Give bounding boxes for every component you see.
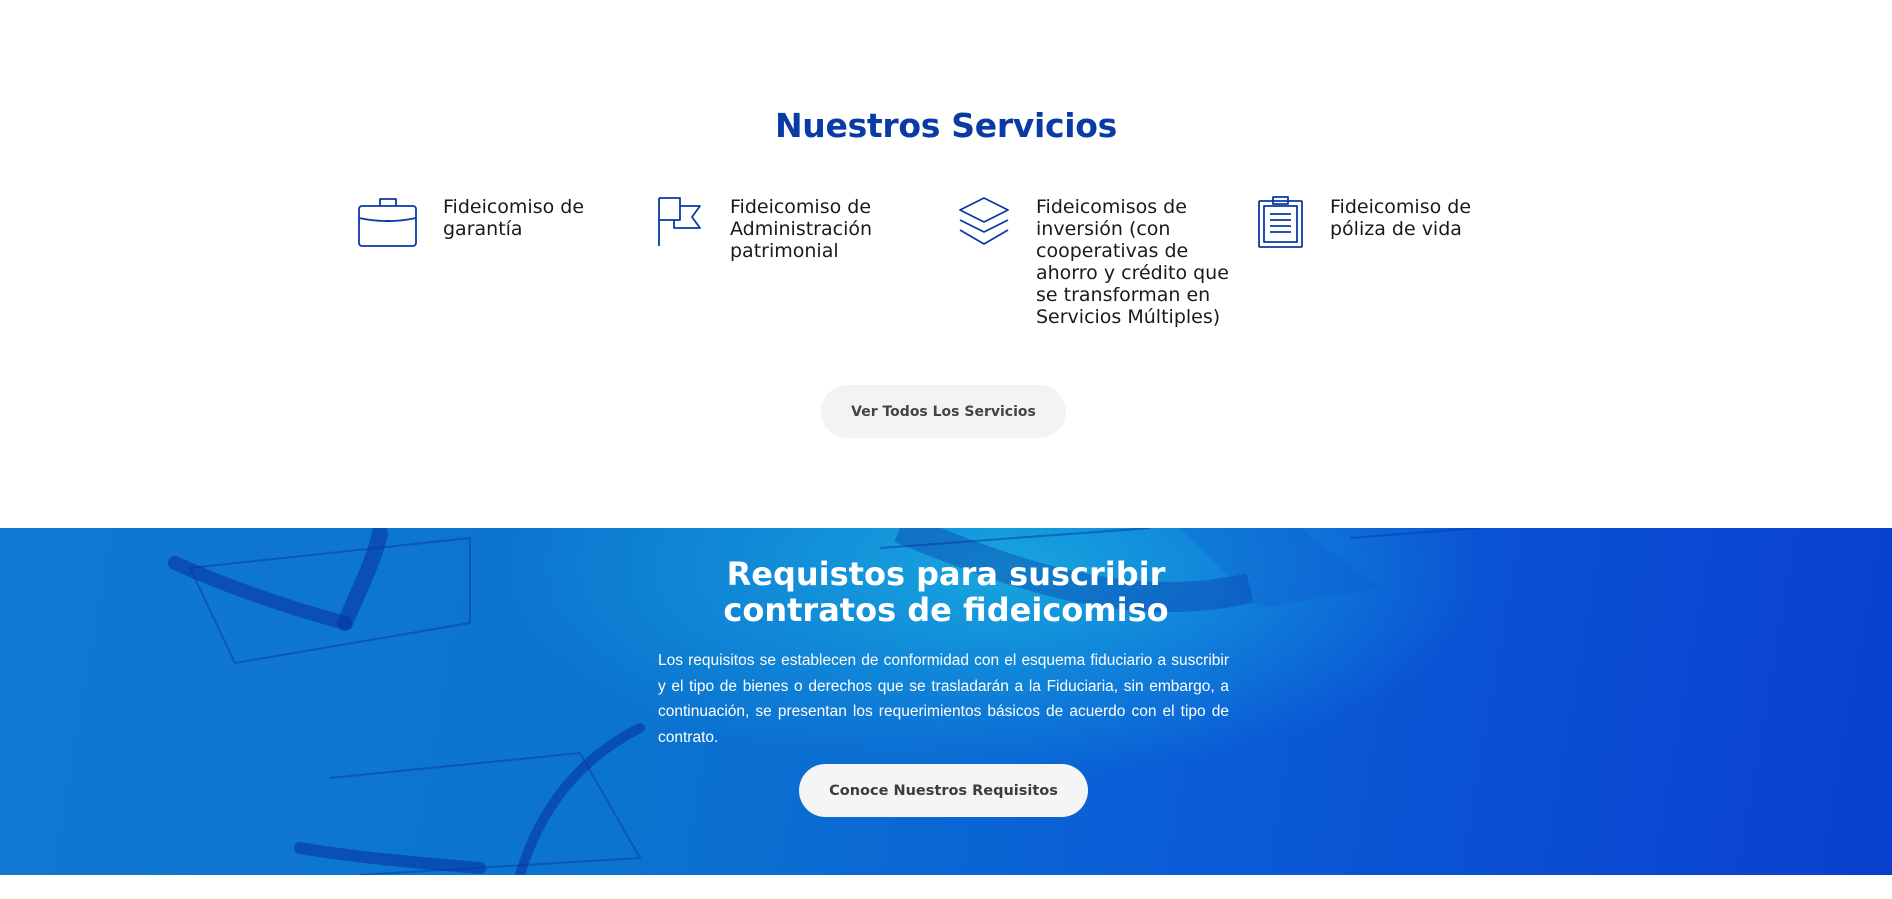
requirements-description: Los requisitos se establecen de conformi… xyxy=(658,652,1229,746)
clipboard-icon xyxy=(1258,196,1304,252)
layers-icon xyxy=(958,196,1010,252)
service-label: Fideicomiso de póliza de vida xyxy=(1330,196,1472,240)
view-requirements-button[interactable]: Conoce Nuestros Requisitos xyxy=(799,764,1088,817)
flag-icon xyxy=(658,196,702,252)
service-label: Fideicomisos de inversión (con cooperati… xyxy=(1036,196,1229,328)
view-all-services-button[interactable]: Ver Todos Los Servicios xyxy=(821,385,1066,438)
services-section: Nuestros Servicios Fideicomiso de garant… xyxy=(0,0,1892,528)
briefcase-icon xyxy=(358,196,418,252)
service-label: Fideicomiso de Administración patrimonia… xyxy=(730,196,873,262)
service-label: Fideicomiso de garantía xyxy=(443,196,585,240)
requirements-title: Requistos para suscribir contratos de fi… xyxy=(723,555,1169,629)
requirements-banner: Requistos para suscribir contratos de fi… xyxy=(0,528,1892,875)
services-title: Nuestros Servicios xyxy=(774,106,1118,145)
